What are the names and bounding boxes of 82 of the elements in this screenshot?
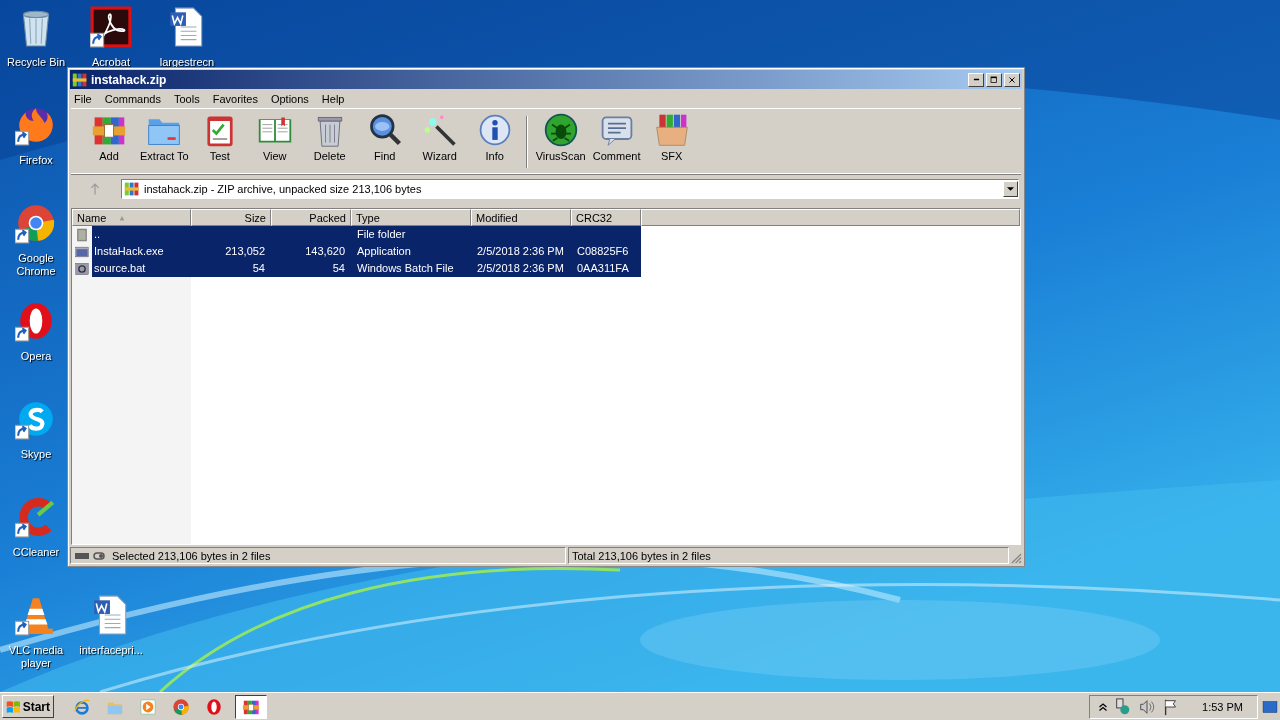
toolbar-button[interactable]: Info <box>468 112 521 162</box>
table-cell: 143,620 <box>271 243 351 260</box>
file-name[interactable]: .. <box>92 226 191 243</box>
gear-icon <box>75 261 89 276</box>
program-icon <box>75 244 89 259</box>
windows-logo-icon <box>6 698 21 715</box>
up-arrow-icon <box>89 183 101 195</box>
app-icon <box>72 71 88 88</box>
resize-grip-icon[interactable] <box>1011 553 1022 564</box>
sort-arrow-icon <box>118 214 127 221</box>
close-icon <box>1007 74 1017 85</box>
opera-icon <box>205 697 223 716</box>
play-icon <box>139 697 157 716</box>
toolbar-button[interactable]: Find <box>358 112 411 162</box>
menu-item[interactable]: Commands <box>104 92 161 105</box>
maximize-button[interactable] <box>986 72 1002 87</box>
toolbar-button[interactable]: Comment <box>590 112 643 162</box>
icon-label[interactable]: Google Chrome <box>1 252 71 278</box>
menu-item[interactable]: Options <box>270 92 309 105</box>
chrome-icon <box>172 697 190 716</box>
icon-label[interactable]: Opera <box>20 350 52 363</box>
window-title: instahack.zip <box>91 72 168 87</box>
column-header[interactable]: CRC32 <box>571 209 641 226</box>
toolbar-button[interactable]: Wizard <box>413 112 466 162</box>
table-cell: 54 <box>271 260 351 277</box>
bug-icon <box>542 112 579 148</box>
icon-label[interactable]: Acrobat <box>92 56 130 69</box>
drive-icon[interactable] <box>74 550 108 561</box>
menu-item[interactable]: Favorites <box>212 92 258 105</box>
speaker-icon[interactable] <box>1138 697 1157 716</box>
maximize-icon <box>989 74 999 85</box>
box-icon <box>653 112 690 148</box>
table-cell: Application <box>351 243 471 260</box>
icon-label[interactable]: Firefox <box>19 154 53 167</box>
menu-item[interactable]: Tools <box>174 92 200 105</box>
pdf-document-icon[interactable] <box>90 6 132 48</box>
menu-item[interactable]: File <box>74 92 92 105</box>
ccleaner-icon[interactable] <box>15 496 57 538</box>
icon-label[interactable]: largestrecn <box>159 56 215 69</box>
column-header[interactable]: Size <box>191 209 271 226</box>
column-header[interactable]: Type <box>351 209 471 226</box>
table-cell: 2/5/2018 2:36 PM <box>471 260 571 277</box>
table-cell: 213,052 <box>191 243 271 260</box>
folder-icon <box>75 227 89 242</box>
icon-label[interactable]: CCleaner <box>12 546 60 559</box>
icon-label[interactable]: Skype <box>20 448 52 461</box>
column-header[interactable]: Packed <box>271 209 351 226</box>
minimize-icon <box>972 78 980 81</box>
start-button[interactable]: Start <box>2 695 54 718</box>
table-cell: C08825F6 <box>571 243 641 260</box>
icon-label[interactable]: VLC media player <box>1 644 71 670</box>
menu-item[interactable]: Help <box>321 92 345 105</box>
file-name[interactable]: InstaHack.exe <box>92 243 191 260</box>
icon-label[interactable]: Recycle Bin <box>6 56 66 69</box>
internet-explorer-icon <box>73 697 91 716</box>
table-cell: File folder <box>351 226 471 243</box>
close-button[interactable] <box>1004 72 1020 87</box>
table-cell: Windows Batch File <box>351 260 471 277</box>
dropdown-button[interactable] <box>1003 181 1018 197</box>
file-name[interactable]: source.bat <box>92 260 191 277</box>
toolbar-button[interactable]: VirusScan <box>533 112 588 162</box>
toolbar-button[interactable]: Test <box>193 112 246 162</box>
archive-icon <box>124 181 140 197</box>
show-desktop-icon[interactable] <box>1262 699 1278 714</box>
status-text: Total 213,106 bytes in 2 files <box>572 549 711 562</box>
address-field[interactable]: instahack.zip - ZIP archive, unpacked size 213,106 bytes <box>121 179 1019 199</box>
clock[interactable]: 1:53 PM <box>1202 700 1243 713</box>
taskbar-app[interactable] <box>235 694 267 719</box>
table-cell: 54 <box>191 260 271 277</box>
status-text: Selected 213,106 bytes in 2 files <box>112 549 271 562</box>
toolbar-button[interactable]: SFX <box>645 112 698 162</box>
chrome-icon[interactable] <box>15 202 57 244</box>
table-cell: 0AA311FA <box>571 260 641 277</box>
table-cell: 2/5/2018 2:36 PM <box>471 243 571 260</box>
toolbar-button[interactable]: View <box>248 112 301 162</box>
column-header[interactable]: Name <box>72 209 191 226</box>
toolbar-button[interactable]: Extract To <box>138 112 191 162</box>
minimize-button[interactable] <box>968 72 984 87</box>
column-header[interactable]: Modified <box>471 209 571 226</box>
caret-icon <box>1007 187 1014 191</box>
toolbar-button[interactable]: Add <box>83 112 135 162</box>
toolbar-button[interactable]: Delete <box>303 112 356 162</box>
